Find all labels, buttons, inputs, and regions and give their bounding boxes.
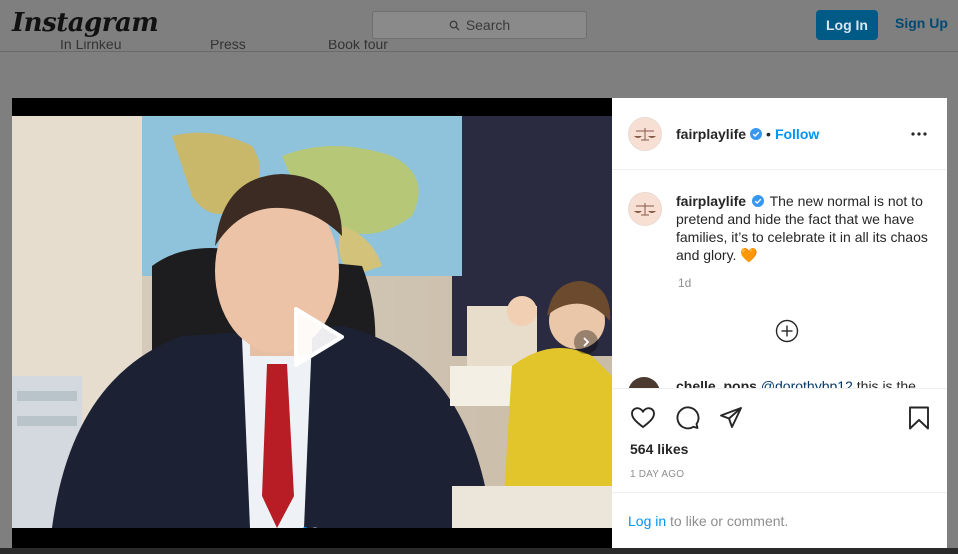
comment-text: this is the (856, 378, 916, 388)
more-icon[interactable] (909, 124, 929, 144)
background-nav-item: Book four (328, 40, 388, 52)
background-nav-item: Press (210, 40, 246, 52)
search-placeholder: Search (465, 17, 511, 33)
scales-icon (634, 203, 656, 216)
heart-icon[interactable] (630, 405, 656, 431)
verified-icon (751, 195, 764, 207)
caption-avatar[interactable] (628, 192, 662, 226)
commenter-avatar[interactable] (628, 377, 660, 388)
background-nav-item: In Lirnkeu (60, 40, 122, 52)
bookmark-icon[interactable] (906, 405, 932, 431)
search-icon (449, 20, 460, 31)
author-avatar[interactable] (628, 116, 662, 151)
comment-icon[interactable] (674, 405, 700, 431)
login-prompt: Log in to like or comment. (612, 492, 947, 548)
separator-bullet: • (766, 125, 771, 142)
post-header: fairplaylife • Follow (612, 98, 947, 170)
scales-icon (634, 127, 656, 140)
like-count[interactable]: 564 likes (630, 441, 688, 457)
comment-mention[interactable]: @dorothybp12 (761, 378, 853, 388)
post-date[interactable]: 1 DAY AGO (630, 469, 684, 480)
background-strip (0, 548, 958, 554)
caption: fairplaylife The new normal is not to pr… (628, 192, 931, 264)
comment-item: chelle_pops @dorothybp12 this is the (628, 377, 916, 388)
play-icon[interactable] (282, 305, 346, 369)
post-modal: fairplaylife • Follow fairplaylife The n… (12, 98, 947, 548)
caption-username[interactable]: fairplaylife (676, 193, 746, 209)
background-nav: In Lirnkeu Press Book four (60, 40, 420, 54)
slide-indicator (302, 527, 318, 528)
video-frame[interactable] (12, 116, 612, 528)
verified-icon (750, 127, 763, 140)
post-media[interactable] (12, 98, 612, 548)
comments-section: fairplaylife The new normal is not to pr… (612, 170, 947, 388)
slide-dot-active (302, 527, 308, 528)
signup-link[interactable]: Sign Up (895, 15, 948, 31)
slide-dot (312, 527, 318, 528)
login-link[interactable]: Log in (628, 513, 666, 529)
author-username[interactable]: fairplaylife (676, 126, 746, 142)
caption-text: fairplaylife The new normal is not to pr… (676, 192, 931, 264)
share-icon[interactable] (718, 405, 744, 431)
add-circle-icon[interactable] (775, 319, 799, 343)
login-button[interactable]: Log In (816, 10, 878, 40)
action-bar (612, 388, 947, 431)
next-slide-button[interactable] (574, 330, 598, 354)
instagram-logo[interactable]: Instagram (12, 8, 159, 38)
follow-button[interactable]: Follow (775, 126, 819, 142)
search-input[interactable]: Search (372, 11, 587, 39)
caption-age[interactable]: 1d (678, 276, 691, 290)
login-prompt-text: to like or comment. (666, 513, 789, 529)
chevron-right-icon (583, 337, 590, 347)
commenter-username[interactable]: chelle_pops (676, 378, 757, 388)
post-sidebar: fairplaylife • Follow fairplaylife The n… (612, 98, 947, 548)
